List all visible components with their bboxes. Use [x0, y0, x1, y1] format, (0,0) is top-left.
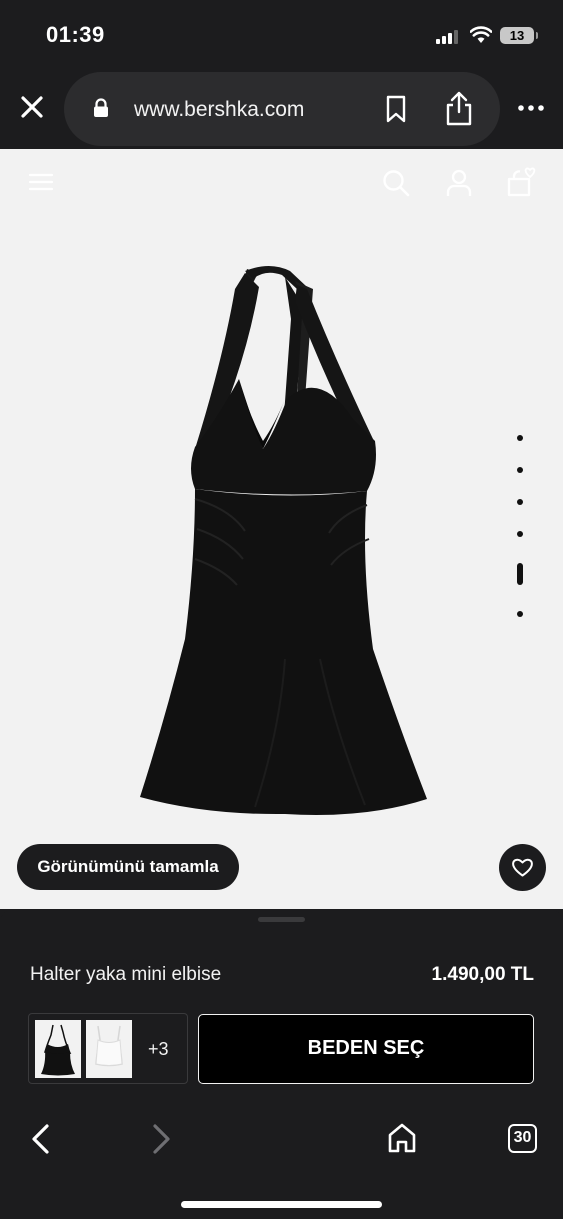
wifi-icon	[470, 26, 492, 43]
home-icon[interactable]	[387, 1122, 417, 1154]
product-sheet: Halter yaka mini elbise 1.490,00 TL +3 B…	[0, 909, 563, 1103]
more-icon[interactable]	[517, 98, 545, 118]
heart-icon	[512, 858, 533, 877]
battery-icon: 13	[500, 27, 538, 44]
address-bar[interactable]: www.bershka.com	[64, 72, 500, 146]
signal-icon	[436, 30, 460, 44]
gallery-dot[interactable]	[517, 611, 523, 617]
gallery-pagination	[513, 435, 527, 625]
bag-icon[interactable]	[506, 167, 538, 197]
color-swatches: +3	[28, 1013, 188, 1084]
browser-bar: www.bershka.com	[0, 70, 563, 149]
product-image[interactable]	[135, 259, 435, 819]
gallery-dot[interactable]	[517, 531, 523, 537]
browser-toolbar: 30	[0, 1103, 563, 1219]
more-colors[interactable]: +3	[148, 1039, 169, 1060]
user-icon[interactable]	[446, 169, 472, 197]
sheet-handle[interactable]	[258, 917, 305, 922]
gallery-dot[interactable]	[517, 467, 523, 473]
status-time: 01:39	[46, 22, 105, 47]
gallery-dot[interactable]	[517, 499, 523, 505]
gallery-dot[interactable]	[517, 435, 523, 441]
tabs-icon[interactable]: 30	[508, 1124, 537, 1153]
menu-icon[interactable]	[29, 172, 53, 192]
product-page: Görünümünü tamamla	[0, 149, 563, 909]
color-swatch-white[interactable]	[86, 1020, 132, 1078]
complete-look-button[interactable]: Görünümünü tamamla	[17, 844, 239, 890]
close-icon[interactable]	[17, 92, 47, 122]
share-icon[interactable]	[444, 90, 474, 126]
back-icon[interactable]	[28, 1123, 54, 1155]
search-icon[interactable]	[382, 169, 410, 197]
bookmark-icon[interactable]	[384, 95, 408, 123]
url-text[interactable]: www.bershka.com	[134, 98, 304, 122]
forward-icon[interactable]	[148, 1123, 174, 1155]
color-swatch-black[interactable]	[35, 1020, 81, 1078]
gallery-dot-active[interactable]	[517, 563, 523, 585]
product-price: 1.490,00 TL	[431, 964, 534, 985]
select-size-button[interactable]: BEDEN SEÇ	[198, 1014, 534, 1084]
lock-icon	[94, 98, 108, 117]
status-bar: 01:39 13	[0, 0, 563, 70]
home-indicator	[181, 1201, 382, 1208]
favorite-button[interactable]	[499, 844, 546, 891]
product-name: Halter yaka mini elbise	[30, 964, 222, 985]
